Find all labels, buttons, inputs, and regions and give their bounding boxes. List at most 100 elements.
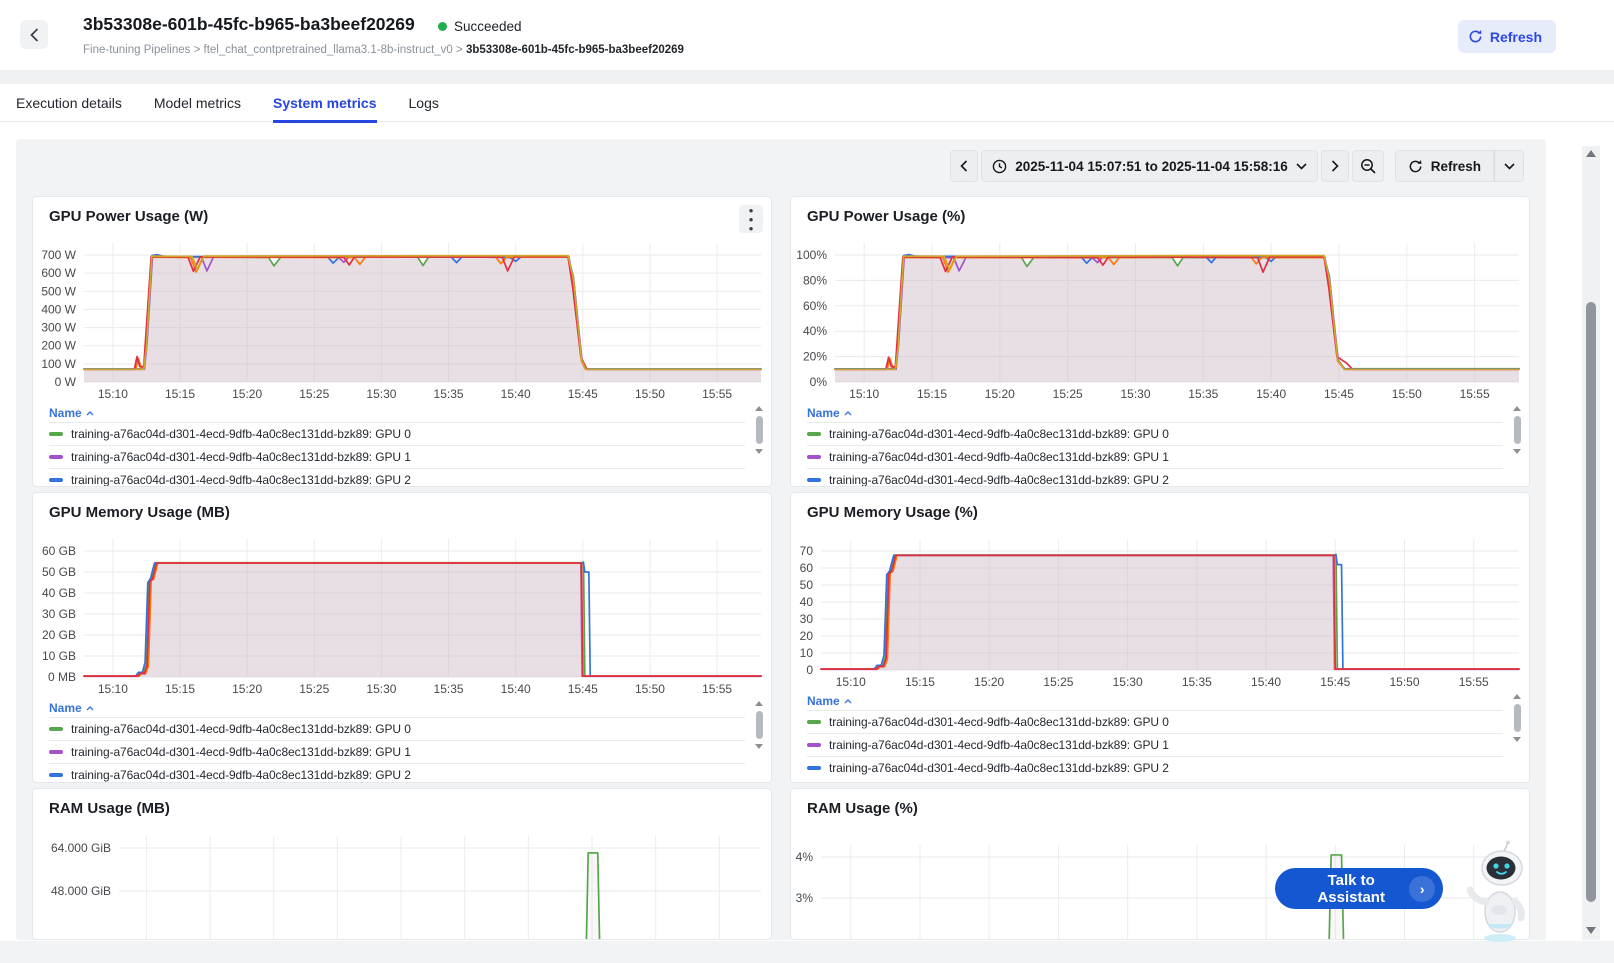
scroll-up-icon[interactable] — [755, 701, 763, 706]
breadcrumb-item[interactable]: Fine-tuning Pipelines — [83, 44, 190, 56]
legend-item[interactable]: training-a76ac04d-d301-4ecd-9dfb-4a0c8ec… — [807, 468, 1503, 487]
chart-legend: Name training-a76ac04d-d301-4ecd-9dfb-4a… — [807, 692, 1503, 779]
x-axis-tick-label: 15:20 — [974, 675, 1004, 689]
legend-item-label: training-a76ac04d-d301-4ecd-9dfb-4a0c8ec… — [71, 427, 411, 441]
assistant-robot-mascot[interactable] — [1458, 840, 1538, 945]
legend-scrollbar[interactable] — [1511, 694, 1523, 742]
legend-item[interactable]: training-a76ac04d-d301-4ecd-9dfb-4a0c8ec… — [49, 717, 745, 740]
header-refresh-button[interactable]: Refresh — [1458, 20, 1556, 53]
legend-sort-header[interactable]: Name — [49, 404, 745, 422]
legend-scrollbar[interactable] — [1511, 406, 1523, 454]
x-axis-tick-label: 15:10 — [849, 387, 879, 401]
y-axis-tick-label: 60 GB — [42, 544, 76, 558]
scroll-up-icon[interactable] — [1586, 150, 1596, 157]
tab-model-metrics[interactable]: Model metrics — [154, 84, 241, 122]
scroll-down-icon[interactable] — [755, 449, 763, 454]
legend-scrollbar-thumb[interactable] — [1514, 416, 1521, 444]
series-color-swatch-icon — [49, 432, 63, 436]
x-axis-tick-label: 15:45 — [1320, 675, 1350, 689]
scroll-up-icon[interactable] — [755, 406, 763, 411]
legend-scrollbar[interactable] — [753, 406, 765, 454]
refresh-button[interactable]: Refresh — [1395, 150, 1494, 182]
y-axis-tick-label: 700 W — [41, 248, 76, 262]
legend-item[interactable]: training-a76ac04d-d301-4ecd-9dfb-4a0c8ec… — [807, 710, 1503, 733]
legend-item-label: training-a76ac04d-d301-4ecd-9dfb-4a0c8ec… — [829, 427, 1169, 441]
legend-sort-header[interactable]: Name — [49, 699, 745, 717]
x-axis-tick-label: 15:10 — [836, 675, 866, 689]
page-scrollbar[interactable] — [1582, 146, 1600, 940]
y-axis-tick-label: 80% — [803, 273, 827, 287]
chart-legend: Name training-a76ac04d-d301-4ecd-9dfb-4a… — [49, 404, 745, 487]
y-axis-tick-label: 60% — [803, 299, 827, 313]
breadcrumb-separator: > — [453, 44, 466, 56]
legend-header-label: Name — [807, 694, 840, 708]
x-axis-tick-label: 15:30 — [1120, 387, 1150, 401]
chevron-left-icon — [960, 160, 968, 172]
legend-sort-header[interactable]: Name — [807, 404, 1503, 422]
legend-sort-header[interactable]: Name — [807, 692, 1503, 710]
x-axis-tick-label: 15:55 — [1460, 387, 1490, 401]
sort-ascending-icon — [86, 706, 94, 711]
y-axis-tick-label: 0 — [806, 663, 813, 677]
legend-item[interactable]: training-a76ac04d-d301-4ecd-9dfb-4a0c8ec… — [49, 422, 745, 445]
y-axis-tick-label: 10 GB — [42, 649, 76, 663]
series-color-swatch-icon — [807, 720, 821, 724]
y-axis-tick-label: 300 W — [41, 321, 76, 335]
status-badge: Succeeded — [438, 19, 522, 34]
x-axis-tick-label: 15:55 — [702, 682, 732, 696]
time-forward-button[interactable] — [1321, 150, 1349, 182]
legend-item[interactable]: training-a76ac04d-d301-4ecd-9dfb-4a0c8ec… — [49, 468, 745, 487]
legend-item[interactable]: training-a76ac04d-d301-4ecd-9dfb-4a0c8ec… — [807, 422, 1503, 445]
refresh-split-button: Refresh — [1395, 150, 1524, 182]
y-axis-tick-label: 70 — [800, 544, 814, 558]
tab-execution-details[interactable]: Execution details — [16, 84, 122, 122]
chevron-left-icon — [30, 28, 39, 42]
y-axis-tick-label: 20 GB — [42, 628, 76, 642]
y-axis-tick-label: 0 W — [55, 375, 77, 389]
back-button[interactable] — [20, 20, 48, 49]
x-axis-tick-label: 15:10 — [98, 387, 128, 401]
chart-plot: 64.000 GiB48.000 GiB15:1015:1515:2015:25… — [33, 789, 772, 940]
series-color-swatch-icon — [807, 743, 821, 747]
legend-item[interactable]: training-a76ac04d-d301-4ecd-9dfb-4a0c8ec… — [49, 445, 745, 468]
legend-item[interactable]: training-a76ac04d-d301-4ecd-9dfb-4a0c8ec… — [807, 733, 1503, 756]
scroll-down-icon[interactable] — [755, 744, 763, 749]
legend-header-label: Name — [49, 701, 82, 715]
scroll-down-icon[interactable] — [1513, 737, 1521, 742]
scroll-up-icon[interactable] — [1513, 694, 1521, 699]
x-axis-tick-label: 15:55 — [1459, 675, 1489, 689]
scroll-up-icon[interactable] — [1513, 406, 1521, 411]
zoom-out-button[interactable] — [1352, 150, 1384, 182]
legend-scrollbar[interactable] — [753, 701, 765, 749]
tab-logs[interactable]: Logs — [409, 84, 439, 122]
legend-scrollbar-thumb[interactable] — [1514, 704, 1521, 732]
legend-item[interactable]: training-a76ac04d-d301-4ecd-9dfb-4a0c8ec… — [49, 763, 745, 783]
legend-item-label: training-a76ac04d-d301-4ecd-9dfb-4a0c8ec… — [71, 768, 411, 782]
x-axis-tick-label: 15:35 — [434, 682, 464, 696]
talk-to-assistant-button[interactable]: Talk to Assistant › — [1275, 868, 1443, 909]
chevron-right-icon: › — [1409, 876, 1435, 902]
scroll-down-icon[interactable] — [1586, 927, 1596, 934]
scrollbar-thumb[interactable] — [1586, 302, 1596, 902]
legend-header-label: Name — [49, 406, 82, 420]
legend-scrollbar-thumb[interactable] — [756, 416, 763, 444]
talk-to-assistant-label: Talk to Assistant — [1293, 872, 1409, 906]
time-back-button[interactable] — [950, 150, 978, 182]
refresh-interval-dropdown[interactable] — [1494, 150, 1524, 182]
chart-card-5: RAM Usage (%)4%3%15:1015:1515:2015:2515:… — [790, 788, 1530, 940]
breadcrumb-item: 3b53308e-601b-45fc-b965-ba3beef20269 — [466, 44, 684, 56]
header-divider — [0, 70, 1614, 84]
legend-item[interactable]: training-a76ac04d-d301-4ecd-9dfb-4a0c8ec… — [49, 740, 745, 763]
tab-system-metrics[interactable]: System metrics — [273, 84, 377, 122]
legend-scrollbar-thumb[interactable] — [756, 711, 763, 739]
breadcrumb-item[interactable]: ftel_chat_contpretrained_llama3.1-8b-ins… — [204, 44, 453, 56]
x-axis-tick-label: 15:50 — [1392, 387, 1422, 401]
time-range-picker[interactable]: 2025-11-04 15:07:51 to 2025-11-04 15:58:… — [981, 150, 1317, 182]
series-color-swatch-icon — [49, 727, 63, 731]
x-axis-tick-label: 15:40 — [501, 682, 531, 696]
legend-item[interactable]: training-a76ac04d-d301-4ecd-9dfb-4a0c8ec… — [807, 445, 1503, 468]
legend-item[interactable]: training-a76ac04d-d301-4ecd-9dfb-4a0c8ec… — [807, 756, 1503, 779]
scroll-down-icon[interactable] — [1513, 449, 1521, 454]
breadcrumb[interactable]: Fine-tuning Pipelines > ftel_chat_contpr… — [83, 44, 684, 56]
x-axis-tick-label: 15:25 — [299, 682, 329, 696]
